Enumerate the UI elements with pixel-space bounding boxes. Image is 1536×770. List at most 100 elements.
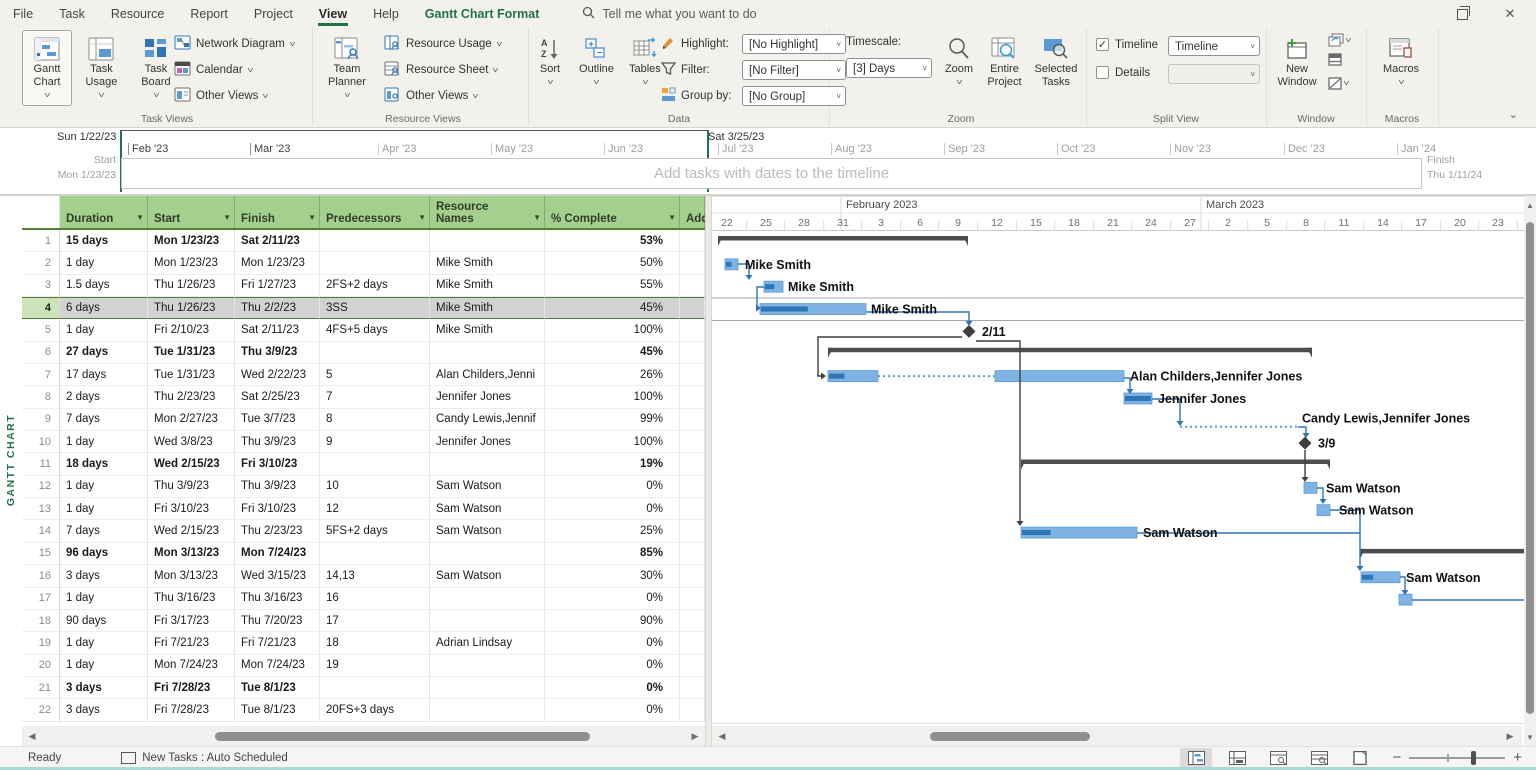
- resource-names-cell[interactable]: Mike Smith: [430, 319, 545, 341]
- resource-names-cell[interactable]: Sam Watson: [430, 565, 545, 587]
- arrange-all-button[interactable]: [1328, 53, 1351, 71]
- gantt-summary-bar[interactable]: [828, 348, 1312, 353]
- add-column-cell[interactable]: [680, 275, 705, 297]
- add-column-cell[interactable]: [680, 610, 705, 632]
- gantt-day-label[interactable]: 15: [1030, 217, 1042, 229]
- predecessors-cell[interactable]: 5: [320, 364, 430, 386]
- row-number-cell[interactable]: 16: [22, 565, 60, 587]
- predecessors-cell[interactable]: [320, 230, 430, 252]
- predecessors-cell[interactable]: 3SS: [320, 297, 430, 319]
- pct-complete-cell[interactable]: 26%: [545, 364, 680, 386]
- gantt-day-label[interactable]: 23: [1492, 217, 1504, 229]
- gantt-chart-view-button[interactable]: Gantt Chart˅: [22, 30, 72, 106]
- duration-cell[interactable]: 1 day: [60, 632, 148, 654]
- start-cell[interactable]: Thu 2/23/23: [148, 386, 235, 408]
- gantt-day-label[interactable]: 20: [1454, 217, 1466, 229]
- resource-names-cell[interactable]: Alan Childers,Jenni: [430, 364, 545, 386]
- start-cell[interactable]: Fri 7/21/23: [148, 632, 235, 654]
- predecessors-cell[interactable]: 9: [320, 431, 430, 453]
- pct-complete-cell[interactable]: 30%: [545, 565, 680, 587]
- gantt-day-label[interactable]: 9: [955, 217, 961, 229]
- gantt-chart-pane-tab[interactable]: GANTT CHART: [0, 196, 22, 724]
- gantt-day-label[interactable]: 8: [1303, 217, 1309, 229]
- timeline-add-tasks-box[interactable]: Add tasks with dates to the timeline: [121, 158, 1422, 189]
- gantt-vscrollbar-thumb[interactable]: [1526, 222, 1534, 714]
- pct-complete-cell[interactable]: 55%: [545, 275, 680, 297]
- collapse-ribbon-button[interactable]: ⌄: [1509, 108, 1518, 121]
- gantt-milestone[interactable]: [1299, 437, 1312, 450]
- menu-view[interactable]: View: [306, 0, 360, 28]
- row-number-cell[interactable]: 1: [22, 230, 60, 252]
- duration-cell[interactable]: 96 days: [60, 543, 148, 565]
- calendar-button[interactable]: Calendar˅: [174, 58, 295, 82]
- row-number-cell[interactable]: 2: [22, 252, 60, 274]
- header-pct-complete[interactable]: % Complete▼: [545, 196, 680, 228]
- gantt-summary-bar[interactable]: [1360, 549, 1524, 554]
- menu-help[interactable]: Help: [360, 0, 412, 28]
- table-horizontal-scrollbar[interactable]: ◀ ▶: [22, 726, 705, 746]
- tables-button[interactable]: Tables˅: [624, 30, 666, 106]
- start-cell[interactable]: Fri 7/28/23: [148, 699, 235, 721]
- add-column-cell[interactable]: [680, 409, 705, 431]
- finish-cell[interactable]: Thu 2/23/23: [235, 520, 320, 542]
- add-column-cell[interactable]: [680, 453, 705, 475]
- gantt-summary-bar[interactable]: [1021, 460, 1330, 465]
- resource-usage-button[interactable]: Resource Usage˅: [384, 32, 501, 56]
- scroll-right-arrow[interactable]: ▶: [687, 728, 703, 744]
- resource-sheet-button[interactable]: Resource Sheet˅: [384, 58, 501, 82]
- add-column-cell[interactable]: [680, 565, 705, 587]
- column-filter-icon[interactable]: ▼: [308, 212, 316, 224]
- start-cell[interactable]: Fri 7/28/23: [148, 677, 235, 699]
- network-diagram-button[interactable]: Network Diagram˅: [174, 32, 295, 56]
- table-chart-splitter[interactable]: [705, 196, 712, 746]
- restore-window-button[interactable]: [1452, 4, 1472, 24]
- predecessors-cell[interactable]: [320, 342, 430, 364]
- add-column-cell[interactable]: [680, 364, 705, 386]
- pct-complete-cell[interactable]: 0%: [545, 632, 680, 654]
- predecessors-cell[interactable]: 17: [320, 610, 430, 632]
- status-new-tasks[interactable]: New Tasks : Auto Scheduled: [142, 752, 288, 764]
- resource-names-cell[interactable]: [430, 677, 545, 699]
- selected-tasks-button[interactable]: Selected Tasks: [1031, 30, 1081, 106]
- finish-cell[interactable]: Sat 2/25/23: [235, 386, 320, 408]
- duration-cell[interactable]: 27 days: [60, 342, 148, 364]
- report-view-shortcut[interactable]: [1344, 748, 1376, 767]
- add-column-cell[interactable]: [680, 476, 705, 498]
- other-views-button[interactable]: Other Views˅: [174, 84, 295, 108]
- resource-names-cell[interactable]: [430, 610, 545, 632]
- row-number-cell[interactable]: 3: [22, 275, 60, 297]
- predecessors-cell[interactable]: 10: [320, 476, 430, 498]
- menu-resource[interactable]: Resource: [98, 0, 178, 28]
- gantt-day-label[interactable]: 5: [1264, 217, 1270, 229]
- finish-cell[interactable]: Mon 7/24/23: [235, 543, 320, 565]
- pct-complete-cell[interactable]: 90%: [545, 610, 680, 632]
- row-number-cell[interactable]: 17: [22, 588, 60, 610]
- start-cell[interactable]: Thu 3/16/23: [148, 588, 235, 610]
- predecessors-cell[interactable]: 7: [320, 386, 430, 408]
- gantt-milestone[interactable]: [963, 325, 976, 338]
- finish-cell[interactable]: Mon 1/23/23: [235, 252, 320, 274]
- finish-cell[interactable]: Thu 3/9/23: [235, 431, 320, 453]
- start-cell[interactable]: Fri 3/17/23: [148, 610, 235, 632]
- menu-report[interactable]: Report: [177, 0, 241, 28]
- row-number-cell[interactable]: 10: [22, 431, 60, 453]
- finish-cell[interactable]: Thu 3/16/23: [235, 588, 320, 610]
- resource-names-cell[interactable]: [430, 588, 545, 610]
- resource-names-cell[interactable]: [430, 342, 545, 364]
- timescale-dropdown[interactable]: [3] Days˅: [846, 58, 932, 78]
- add-column-cell[interactable]: [680, 632, 705, 654]
- duration-cell[interactable]: 1.5 days: [60, 275, 148, 297]
- column-filter-icon[interactable]: ▼: [136, 212, 144, 224]
- menu-gantt-chart-format[interactable]: Gantt Chart Format: [412, 0, 553, 28]
- pct-complete-cell[interactable]: 99%: [545, 409, 680, 431]
- macros-button[interactable]: Macros˅: [1376, 30, 1426, 106]
- duration-cell[interactable]: 1 day: [60, 655, 148, 677]
- column-filter-icon[interactable]: ▼: [223, 212, 231, 224]
- finish-cell[interactable]: Fri 3/10/23: [235, 453, 320, 475]
- resource-names-cell[interactable]: Adrian Lindsay: [430, 632, 545, 654]
- row-number-cell[interactable]: 22: [22, 699, 60, 721]
- scroll-up-arrow[interactable]: ▲: [1524, 198, 1536, 212]
- resource-names-cell[interactable]: [430, 543, 545, 565]
- start-cell[interactable]: Mon 1/23/23: [148, 252, 235, 274]
- zoom-button[interactable]: Zoom˅: [940, 30, 978, 106]
